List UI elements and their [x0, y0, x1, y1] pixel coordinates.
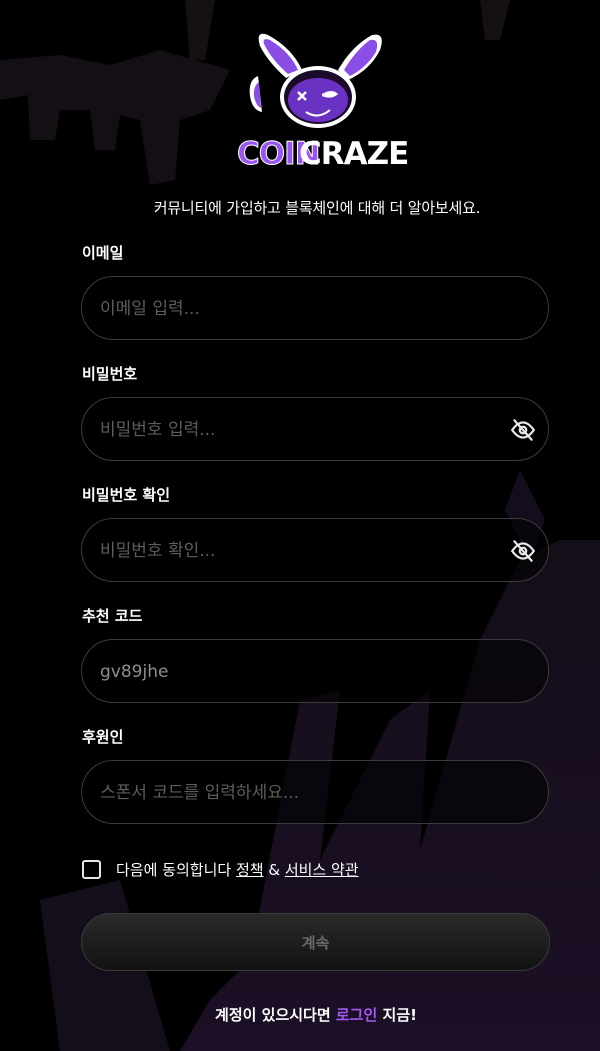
- eye-off-icon[interactable]: [510, 538, 536, 564]
- sponsor-code-input[interactable]: [98, 761, 502, 825]
- referral-label: 추천 코드: [82, 607, 143, 625]
- agree-checkbox[interactable]: [82, 859, 101, 879]
- terms-link[interactable]: 서비스 약관: [285, 861, 359, 879]
- agreement-text: 다음에 동의합니다 정책 & 서비스 약관: [116, 859, 359, 880]
- tagline: 커뮤니티에 가입하고 블록체인에 대해 더 알아보세요.: [153, 199, 481, 217]
- email-input[interactable]: [98, 277, 502, 341]
- agreement-separator: &: [268, 860, 281, 879]
- email-field-container: [81, 276, 549, 341]
- login-prompt: 계정이 있으시다면 로그인 지금!: [0, 1004, 600, 1025]
- policy-link[interactable]: 정책: [236, 861, 264, 879]
- agreement-row: 다음에 동의합니다 정책 & 서비스 약관: [82, 857, 359, 881]
- sponsor-label: 후원인: [82, 728, 124, 746]
- password-field-container: [81, 397, 549, 462]
- password-input[interactable]: [98, 398, 502, 462]
- login-prompt-after: 지금!: [382, 1006, 417, 1024]
- eye-off-icon[interactable]: [510, 417, 536, 443]
- password-confirm-field-container: [81, 518, 549, 583]
- login-link[interactable]: 로그인: [336, 1006, 377, 1024]
- agreement-prefix: 다음에 동의합니다: [116, 860, 232, 879]
- coincraze-logo: COIN CRAZE: [237, 33, 409, 173]
- brand-name-part2: CRAZE: [299, 136, 408, 172]
- password-label: 비밀번호: [82, 365, 138, 383]
- referral-field-container: [81, 639, 549, 704]
- continue-button[interactable]: 계속: [81, 913, 550, 971]
- password-confirm-label: 비밀번호 확인: [82, 486, 171, 504]
- referral-code-input[interactable]: [98, 640, 502, 704]
- login-prompt-before: 계정이 있으시다면: [215, 1006, 331, 1024]
- password-confirm-input[interactable]: [98, 519, 502, 583]
- sponsor-field-container: [81, 760, 549, 825]
- email-label: 이메일: [82, 244, 124, 262]
- rabbit-mascot-icon: [249, 33, 382, 128]
